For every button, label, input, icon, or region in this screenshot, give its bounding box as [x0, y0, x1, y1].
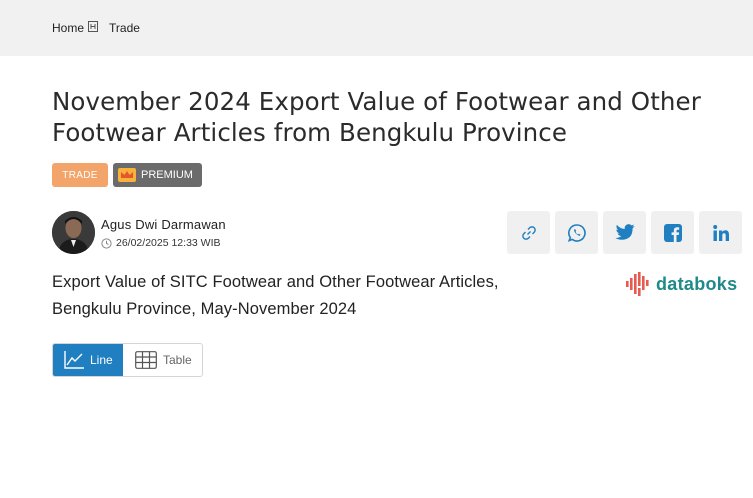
author-name[interactable]: Agus Dwi Darmawan — [101, 217, 226, 232]
databoks-bars-icon — [626, 272, 649, 296]
category-badge[interactable]: TRADE — [52, 163, 108, 187]
line-view-button[interactable]: Line — [53, 344, 123, 376]
publish-date-text: 26/02/2025 12:33 WIB — [116, 237, 221, 249]
linkedin-icon — [712, 224, 729, 241]
facebook-share-button[interactable] — [651, 211, 694, 254]
table-icon — [135, 351, 157, 369]
clock-icon — [101, 237, 112, 249]
author-avatar[interactable] — [52, 211, 95, 254]
databoks-logo[interactable]: databoks — [626, 272, 737, 296]
premium-label: PREMIUM — [141, 169, 193, 181]
chart-view-toggle: Line Table — [52, 343, 203, 377]
table-view-label: Table — [163, 353, 192, 367]
table-view-button[interactable]: Table — [135, 344, 192, 376]
premium-badge: PREMIUM — [113, 163, 202, 187]
databoks-wordmark: databoks — [656, 273, 738, 294]
page-title: November 2024 Export Value of Footwear a… — [52, 87, 701, 147]
breadcrumb-separator-icon — [88, 20, 99, 32]
whatsapp-icon — [567, 223, 586, 242]
crown-icon — [118, 168, 136, 182]
breadcrumb-home-link[interactable]: Home — [52, 21, 84, 35]
line-view-label: Line — [90, 353, 113, 367]
link-icon — [521, 225, 536, 240]
line-chart-icon — [64, 351, 84, 369]
breadcrumb: Home Trade — [52, 20, 140, 35]
linkedin-share-button[interactable] — [699, 211, 742, 254]
top-bar: Home Trade — [0, 0, 753, 56]
whatsapp-share-button[interactable] — [555, 211, 598, 254]
breadcrumb-trade-link[interactable]: Trade — [109, 21, 140, 35]
copy-link-button[interactable] — [507, 211, 550, 254]
twitter-share-button[interactable] — [603, 211, 646, 254]
facebook-icon — [663, 223, 682, 242]
chart-title: Export Value of SITC Footwear and Other … — [52, 273, 499, 318]
publish-date: 26/02/2025 12:33 WIB — [101, 237, 221, 249]
twitter-icon — [614, 224, 634, 240]
